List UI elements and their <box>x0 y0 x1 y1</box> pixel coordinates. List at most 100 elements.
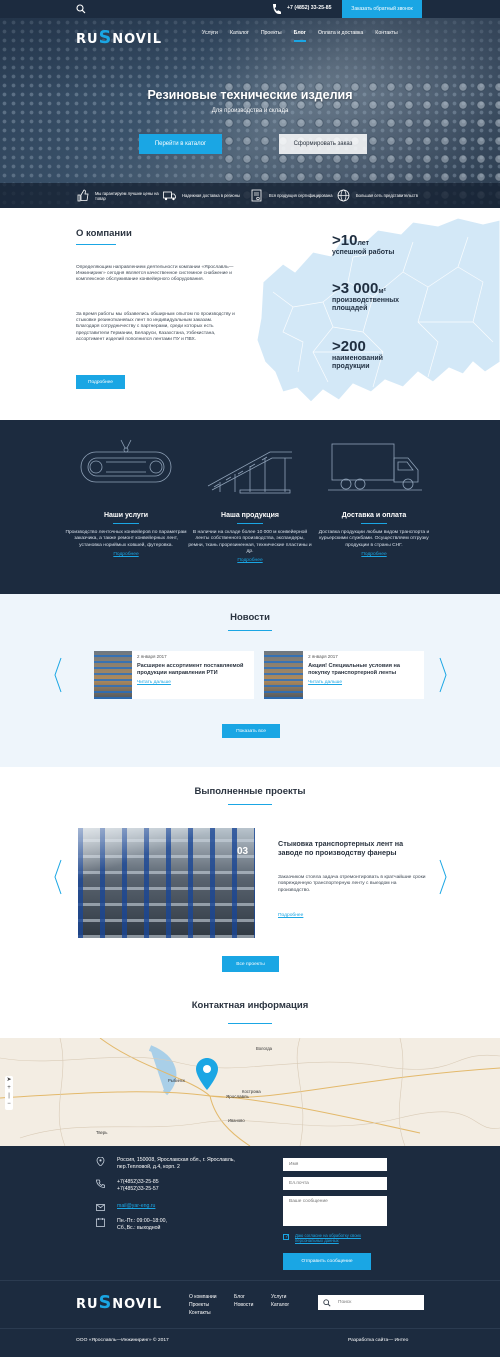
footer-link-blog[interactable]: Блог <box>234 1293 253 1301</box>
footer-link-about[interactable]: О компании <box>189 1293 217 1301</box>
nav-item-contacts[interactable]: Контакты <box>375 30 397 36</box>
footer-links-col-2: Блог Новости <box>234 1293 253 1309</box>
search-icon[interactable] <box>323 1299 331 1307</box>
news-title: Новости <box>230 612 270 623</box>
name-input[interactable] <box>283 1158 387 1171</box>
thumb-up-icon <box>77 189 89 202</box>
contact-info-section: Россия, 150008, Ярославская обл., г. Яро… <box>0 1146 500 1280</box>
map-label: Вологда <box>256 1046 272 1051</box>
project-number: 03 <box>237 846 249 857</box>
title-underline <box>228 630 272 632</box>
certificate-icon <box>251 189 262 202</box>
site-logo[interactable]: RUSNOVIL <box>76 28 162 48</box>
footer-link-projects[interactable]: Проекты <box>189 1301 217 1309</box>
service-text: Доставка продукции любым видом транспорт… <box>318 530 430 548</box>
message-textarea[interactable] <box>283 1196 387 1226</box>
project-text: Заказчиком стояла задача отремонтировать… <box>278 875 426 893</box>
chevron-right-icon[interactable] <box>439 859 447 895</box>
news-headline[interactable]: Акция! Специальные условия на покупку тр… <box>308 663 419 677</box>
consent-checkbox[interactable]: ✓ <box>283 1234 289 1240</box>
hero-subtitle: Для производства и склада <box>211 108 289 114</box>
hero-banner: RUSNOVIL Услуги Каталог Проекты Блог Опл… <box>0 18 500 208</box>
stat-products: >200 наименований продукции <box>332 338 383 370</box>
about-more-button[interactable]: Подробнее <box>76 375 125 389</box>
nav-item-catalog[interactable]: Каталог <box>230 30 249 36</box>
map-label: Иваново <box>228 1118 245 1123</box>
contacts-header: Контактная информация <box>0 987 500 1038</box>
chevron-left-icon[interactable] <box>54 859 62 895</box>
service-title: Доставка и оплата <box>341 512 407 519</box>
nav-item-projects[interactable]: Проекты <box>261 30 282 36</box>
catalog-button[interactable]: Перейти в каталог <box>139 134 222 154</box>
projects-title: Выполненные проекты <box>194 786 306 797</box>
order-button[interactable]: Сформировать заказ <box>279 134 367 154</box>
chevron-right-icon[interactable] <box>439 657 447 693</box>
feature-item: Мы гарантируем лучшие цены на товар <box>76 189 163 202</box>
service-more-link[interactable]: Подробнее <box>312 552 436 557</box>
footer-link-services[interactable]: Услуги <box>271 1293 289 1301</box>
projects-section: Выполненные проекты 03 Стыковка транспор… <box>0 767 500 987</box>
developer-credit[interactable]: Разработка сайта— Интео <box>348 1338 408 1343</box>
stat-years: >10лет успешной работы <box>332 232 395 256</box>
feature-item: Вся продукция сертифицирована <box>250 189 337 202</box>
email-input[interactable] <box>283 1177 387 1190</box>
footer-link-news[interactable]: Новости <box>234 1301 253 1309</box>
project-image <box>78 828 255 938</box>
phone-icon <box>273 4 281 14</box>
news-card[interactable]: 2 января 2017 Расширен ассортимент поста… <box>94 651 254 699</box>
about-title: О компании <box>76 228 132 239</box>
show-all-news-button[interactable]: Показать все <box>222 724 280 738</box>
service-underline <box>361 523 387 524</box>
contact-email-link[interactable]: mail@yar-eng.ru <box>117 1203 155 1210</box>
footer-link-contacts[interactable]: Контакты <box>189 1309 217 1317</box>
service-more-link[interactable]: Подробнее <box>188 558 312 563</box>
feature-item: Большая сеть представительств <box>337 189 424 202</box>
footer-logo[interactable]: RUSNOVIL <box>76 1293 162 1313</box>
title-underline <box>76 244 116 246</box>
service-more-link[interactable]: Подробнее <box>64 552 188 557</box>
truck-icon <box>163 191 176 201</box>
footer-links-col-3: Услуги Каталог <box>271 1293 289 1309</box>
news-card[interactable]: 2 января 2017 Акция! Специальные условия… <box>264 651 424 699</box>
contact-phone-2[interactable]: +7(4852)33-25-57 <box>117 1186 159 1192</box>
map-zoom-slider[interactable]: | <box>5 1092 13 1100</box>
header-phone[interactable]: +7 (4852) 33-25-85 <box>287 5 332 11</box>
features-bar: Мы гарантируем лучшие цены на товар Наде… <box>0 183 500 208</box>
clock-icon <box>96 1218 105 1227</box>
project-more-link[interactable]: Подробнее <box>278 913 303 918</box>
contact-phones: +7(4852)33-25-85 +7(4852)33-25-57 <box>96 1179 159 1193</box>
project-title[interactable]: Стыковка транспортерных лент на заводе п… <box>278 839 428 857</box>
footer-link-catalog[interactable]: Каталог <box>271 1301 289 1309</box>
about-paragraph-2: За время работы мы обзавелись обширным о… <box>76 312 235 342</box>
nav-item-blog[interactable]: Блог <box>293 30 307 42</box>
map-zoom-in-icon[interactable]: + <box>5 1084 13 1092</box>
news-read-more[interactable]: Читать дальше <box>137 680 249 685</box>
service-card-services: Наши услуги Производство ленточных конве… <box>64 438 188 557</box>
contact-phone-1[interactable]: +7(4852)33-25-85 <box>117 1179 159 1185</box>
about-section: О компании Определяющим направлением дея… <box>0 208 500 420</box>
map-zoom-out-icon[interactable]: − <box>5 1100 13 1108</box>
chevron-left-icon[interactable] <box>54 657 62 693</box>
services-section: Наши услуги Производство ленточных конве… <box>0 420 500 594</box>
news-read-more[interactable]: Читать дальше <box>308 680 419 685</box>
news-date: 2 января 2017 <box>137 654 167 659</box>
footer-links-col-1: О компании Проекты Контакты <box>189 1293 217 1317</box>
news-headline[interactable]: Расширен ассортимент поставляемой продук… <box>137 663 249 677</box>
map-locate-icon[interactable]: ➤ <box>5 1076 13 1084</box>
contact-address: Россия, 150008, Ярославская обл., г. Яро… <box>96 1157 247 1171</box>
search-icon[interactable] <box>76 4 86 14</box>
delivery-truck-illustration <box>328 443 422 491</box>
contacts-map[interactable]: Ярославль Кострома Иваново Тверь Вологда… <box>0 1038 500 1146</box>
all-projects-button[interactable]: Все проекты <box>222 956 279 972</box>
conveyor-illustration <box>80 439 172 483</box>
callback-button[interactable]: Заказать обратный звонок <box>342 0 422 18</box>
nav-item-payment-delivery[interactable]: Оплата и доставка <box>318 30 363 36</box>
map-pin-icon[interactable] <box>196 1058 218 1090</box>
send-message-button[interactable]: Отправить сообщение <box>283 1253 371 1270</box>
consent-text[interactable]: Даю согласие на обработку своих персонал… <box>295 1233 385 1243</box>
nav-item-services[interactable]: Услуги <box>202 30 218 36</box>
feature-item: Надежная доставка в регионы <box>163 189 250 202</box>
footer-search-input[interactable] <box>318 1295 424 1310</box>
footer-divider <box>0 1328 500 1329</box>
service-text: Производство ленточных конвейеров по пар… <box>65 530 187 548</box>
